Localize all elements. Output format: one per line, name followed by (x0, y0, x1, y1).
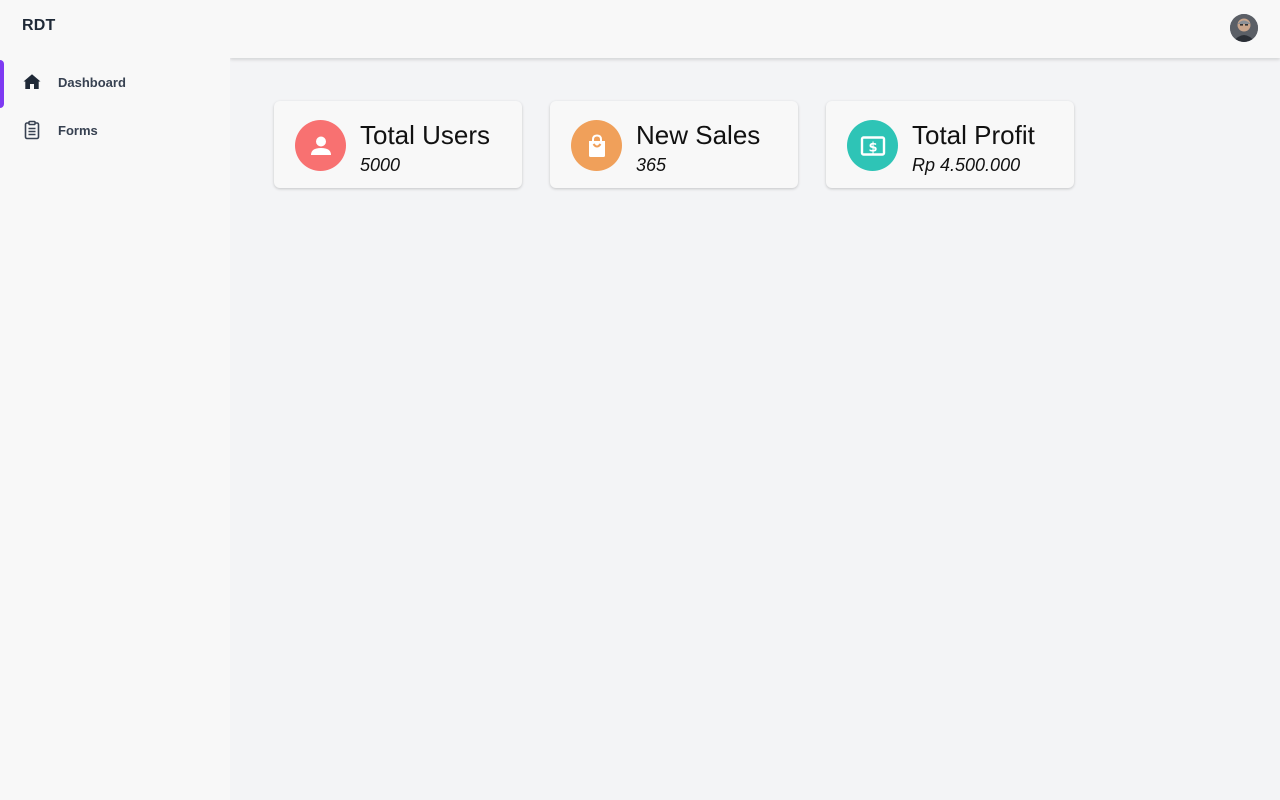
brand-logo[interactable]: RDT (22, 17, 55, 35)
app-root: RDT Dashboard Forms Total Users 5000 New… (0, 0, 1280, 800)
card-value: 365 (636, 155, 667, 175)
user-avatar[interactable] (1230, 14, 1258, 42)
clipboard-icon (22, 120, 42, 140)
user-icon (295, 120, 346, 171)
card-title: Total Profit (912, 120, 1035, 150)
active-indicator (0, 60, 4, 108)
card-value: Rp 4.500.000 (912, 155, 1021, 175)
stat-card-total-profit: $ Total Profit Rp 4.500.000 (826, 101, 1074, 188)
cash-icon: $ (847, 120, 898, 171)
top-header (230, 0, 1280, 58)
sidebar-item-label: Dashboard (58, 74, 126, 90)
home-icon (22, 72, 42, 92)
sidebar-nav: Dashboard Forms (0, 58, 230, 154)
card-title: New Sales (636, 120, 761, 150)
sidebar-item-dashboard[interactable]: Dashboard (0, 58, 230, 108)
stat-card-total-users: Total Users 5000 (274, 101, 522, 188)
card-value: 5000 (360, 155, 401, 175)
stats-cards: Total Users 5000 New Sales 365 $ Total P… (274, 101, 1074, 188)
sidebar: RDT Dashboard Forms (0, 0, 230, 800)
card-title: Total Users (360, 120, 491, 150)
sidebar-item-label: Forms (58, 122, 98, 138)
shopping-bag-icon (571, 120, 622, 171)
svg-text:$: $ (868, 140, 877, 155)
sidebar-item-forms[interactable]: Forms (0, 106, 230, 154)
stat-card-new-sales: New Sales 365 (550, 101, 798, 188)
